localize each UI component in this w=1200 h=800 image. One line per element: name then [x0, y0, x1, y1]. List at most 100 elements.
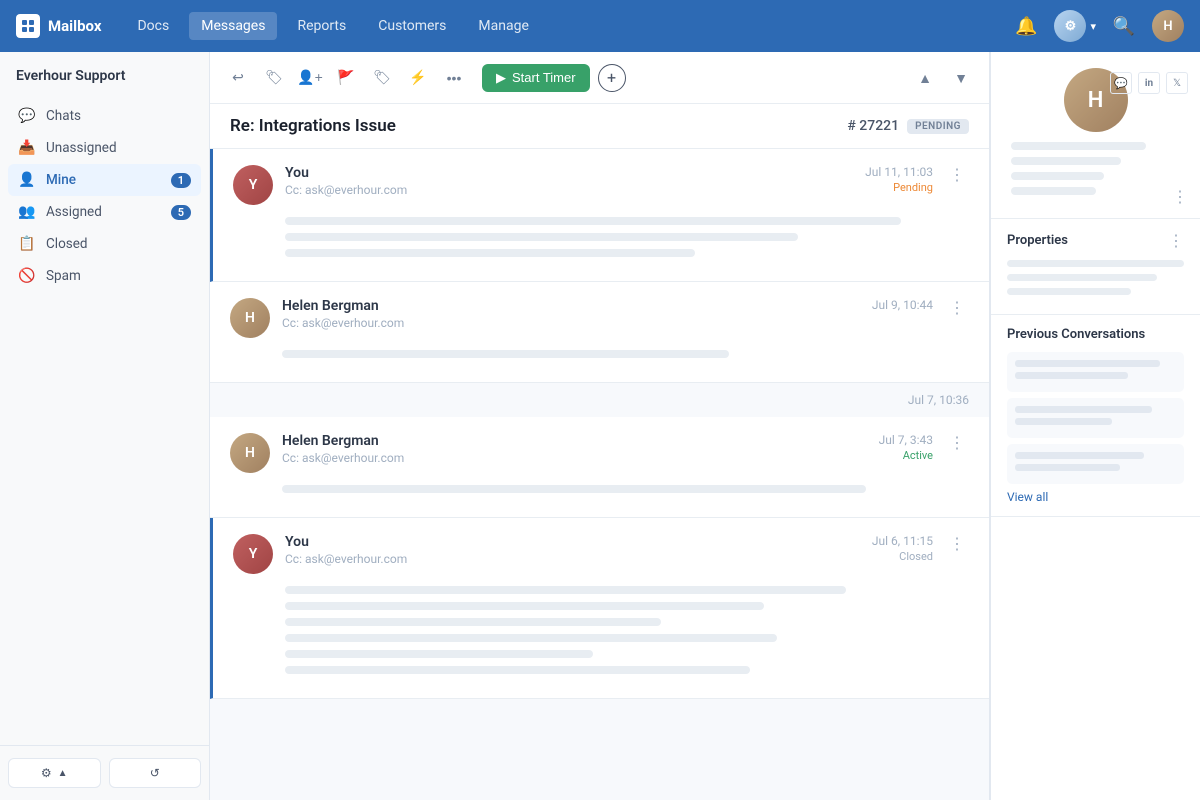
lightning-button[interactable]: ⚡ [402, 62, 434, 94]
chat-social-icon[interactable]: 💬 [1110, 72, 1132, 94]
label-button[interactable]: 🏷 [366, 62, 398, 94]
search-icon[interactable]: 🔍 [1108, 10, 1140, 42]
start-timer-label: Start Timer [512, 70, 576, 85]
more-button[interactable]: ••• [438, 62, 470, 94]
contact-social: 💬 in 𝕏 [1110, 72, 1188, 94]
org-name: Everhour Support [0, 52, 209, 96]
sidebar-item-unassigned-label: Unassigned [46, 140, 117, 156]
property-skeleton [1007, 288, 1131, 295]
sidebar-item-mine-label: Mine [46, 172, 76, 188]
settings-button[interactable]: ⚙ ▲ [8, 758, 101, 788]
linkedin-social-icon[interactable]: in [1138, 72, 1160, 94]
prev-conv-item[interactable] [1007, 398, 1184, 438]
sidebar-item-assigned-label: Assigned [46, 204, 102, 220]
conversation-main: ↩ 🏷 👤+ 🚩 🏷 ⚡ ••• ▶ Start Timer + ▲ ▼ Re:… [210, 52, 990, 800]
sidebar-item-assigned[interactable]: 👥 Assigned 5 [8, 196, 201, 228]
next-button[interactable]: ▼ [945, 62, 977, 94]
toolbar: ↩ 🏷 👤+ 🚩 🏷 ⚡ ••• ▶ Start Timer + ▲ ▼ [210, 52, 989, 104]
message-body [233, 217, 969, 257]
status-badge: PENDING [907, 119, 969, 134]
view-all-link[interactable]: View all [1007, 490, 1184, 504]
message-line [285, 618, 661, 626]
message-block: Y You Cc: ask@everhour.com Jul 6, 11:15 … [210, 518, 989, 699]
message-block: H Helen Bergman Cc: ask@everhour.com Jul… [210, 282, 989, 383]
sender-name: Helen Bergman [282, 298, 860, 314]
property-skeleton [1007, 260, 1184, 267]
message-time: Jul 11, 11:03 [865, 165, 933, 179]
time-separator-text: Jul 7, 10:36 [908, 393, 969, 407]
notifications-icon[interactable]: 🔔 [1010, 10, 1042, 42]
message-line [285, 666, 750, 674]
message-body [230, 350, 969, 358]
previous-conversations-section: Previous Conversations View all [991, 315, 1200, 517]
right-panel: 💬 in 𝕏 H ⋮ Properties ⋮ [990, 52, 1200, 800]
undo-button[interactable]: ↩ [222, 62, 254, 94]
properties-section: Properties ⋮ [991, 219, 1200, 315]
logo[interactable]: Mailbox [16, 14, 101, 38]
toolbar-nav: ▲ ▼ [909, 62, 977, 94]
properties-more-button[interactable]: ⋮ [1168, 231, 1184, 250]
sidebar-nav: 💬 Chats 📥 Unassigned 👤 Mine 1 👥 Assigned… [0, 96, 209, 745]
message-info: You Cc: ask@everhour.com [285, 165, 853, 197]
tag-button[interactable]: 🏷 [258, 62, 290, 94]
flag-button[interactable]: 🚩 [330, 62, 362, 94]
message-line [285, 233, 798, 241]
message-meta: Jul 9, 10:44 [872, 298, 933, 312]
sidebar-item-chats[interactable]: 💬 Chats [8, 100, 201, 132]
user-avatar: ⚙ [1054, 10, 1086, 42]
message-block: H Helen Bergman Cc: ask@everhour.com Jul… [210, 417, 989, 518]
properties-title: Properties [1007, 233, 1068, 248]
nav-customers[interactable]: Customers [366, 12, 458, 40]
add-button[interactable]: + [598, 64, 626, 92]
unassigned-icon: 📥 [18, 140, 36, 156]
sender-avatar: H [230, 298, 270, 338]
twitter-social-icon[interactable]: 𝕏 [1166, 72, 1188, 94]
message-cc: Cc: ask@everhour.com [285, 183, 853, 197]
conversation-header: Re: Integrations Issue # 27221 PENDING [210, 104, 989, 149]
message-more-button[interactable]: ⋮ [945, 534, 969, 553]
message-more-button[interactable]: ⋮ [945, 433, 969, 452]
time-separator: Jul 7, 10:36 [210, 383, 989, 417]
message-meta: Jul 7, 3:43 Active [879, 433, 933, 462]
mine-badge: 1 [171, 173, 191, 188]
message-body [230, 485, 969, 493]
message-more-button[interactable]: ⋮ [945, 165, 969, 184]
nav-docs[interactable]: Docs [125, 12, 181, 40]
message-time: Jul 9, 10:44 [872, 298, 933, 312]
sidebar-item-spam-label: Spam [46, 268, 81, 284]
spam-icon: 🚫 [18, 268, 36, 284]
refresh-button[interactable]: ↺ [109, 758, 202, 788]
profile-avatar[interactable]: H [1152, 10, 1184, 42]
nav-messages[interactable]: Messages [189, 12, 277, 40]
conversation-title: Re: Integrations Issue [230, 116, 396, 136]
sidebar-item-closed-label: Closed [46, 236, 88, 252]
prev-conv-item[interactable] [1007, 352, 1184, 392]
contact-more-button[interactable]: ⋮ [1172, 187, 1188, 206]
mine-icon: 👤 [18, 172, 36, 188]
sidebar-item-closed[interactable]: 📋 Closed [8, 228, 201, 260]
message-status: Pending [893, 181, 933, 194]
contact-area: 💬 in 𝕏 H ⋮ [991, 52, 1200, 219]
message-info: You Cc: ask@everhour.com [285, 534, 860, 566]
sidebar-footer: ⚙ ▲ ↺ [0, 745, 209, 800]
message-more-button[interactable]: ⋮ [945, 298, 969, 317]
messages-list: Y You Cc: ask@everhour.com Jul 11, 11:03… [210, 149, 989, 800]
start-timer-button[interactable]: ▶ Start Timer [482, 64, 590, 92]
assigned-icon: 👥 [18, 204, 36, 220]
message-line [285, 217, 901, 225]
nav-reports[interactable]: Reports [285, 12, 358, 40]
sidebar-item-unassigned[interactable]: 📥 Unassigned [8, 132, 201, 164]
prev-button[interactable]: ▲ [909, 62, 941, 94]
message-block: Y You Cc: ask@everhour.com Jul 11, 11:03… [210, 149, 989, 282]
sidebar-item-mine[interactable]: 👤 Mine 1 [8, 164, 201, 196]
assign-button[interactable]: 👤+ [294, 62, 326, 94]
prev-conv-item[interactable] [1007, 444, 1184, 484]
sender-avatar: Y [233, 534, 273, 574]
message-info: Helen Bergman Cc: ask@everhour.com [282, 298, 860, 330]
nav-manage[interactable]: Manage [466, 12, 540, 40]
user-menu-button[interactable]: ⚙ ▾ [1054, 10, 1096, 42]
message-status: Active [903, 449, 933, 462]
sidebar-item-spam[interactable]: 🚫 Spam [8, 260, 201, 292]
sidebar: Everhour Support 💬 Chats 📥 Unassigned 👤 … [0, 52, 210, 800]
topnav-links: Docs Messages Reports Customers Manage [125, 12, 986, 40]
